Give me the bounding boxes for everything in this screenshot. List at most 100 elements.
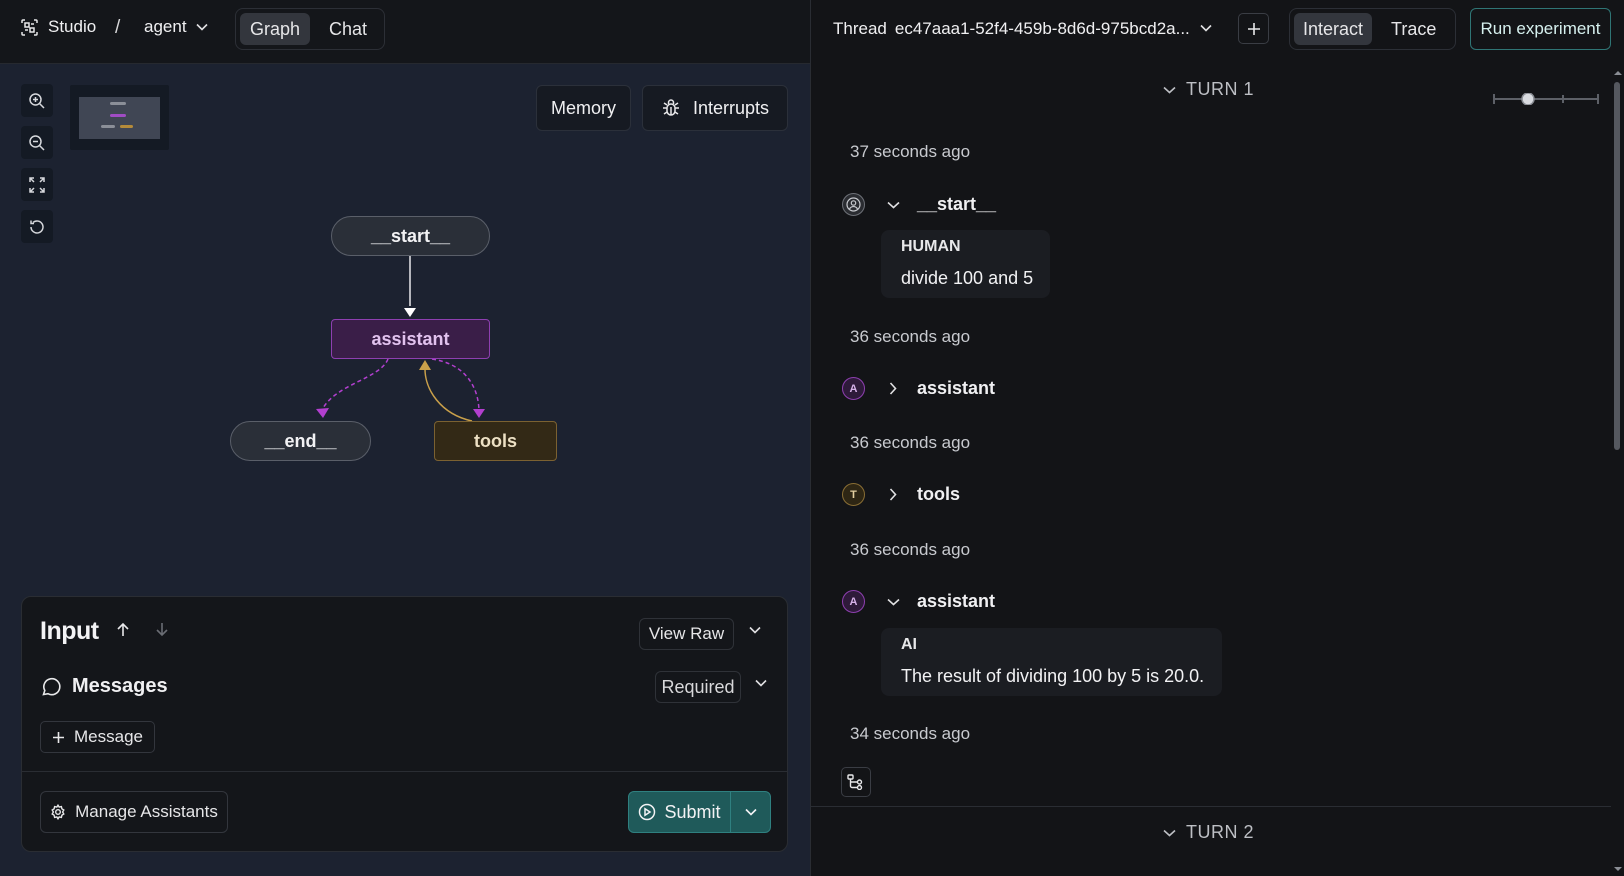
divider	[22, 771, 787, 772]
graph-selector[interactable]: agent	[144, 17, 208, 37]
message-content: divide 100 and 5	[901, 268, 1034, 288]
chevron-right-icon	[886, 382, 900, 395]
minimap-node-start	[110, 102, 126, 105]
zoom-toolbar	[21, 84, 53, 243]
turn-header[interactable]: TURN 1	[1163, 79, 1254, 100]
graph-header: Studio / agent Graph Chat	[0, 0, 810, 64]
scrollbar-thumb[interactable]	[1614, 82, 1620, 450]
tab-interact[interactable]: Interact	[1294, 13, 1373, 45]
chevron-down-icon	[1163, 829, 1176, 837]
assistant-avatar: A	[842, 590, 865, 613]
minimap-viewport	[79, 97, 160, 139]
arrow-down-icon[interactable]	[155, 622, 169, 637]
tab-chat[interactable]: Chat	[319, 13, 377, 45]
turn-label: TURN 2	[1186, 822, 1255, 842]
node-label: __start__	[917, 194, 997, 214]
assistant-avatar: A	[842, 377, 865, 400]
plus-icon	[1247, 22, 1261, 36]
edge-assistant-end	[321, 358, 389, 411]
add-message-label: Message	[74, 727, 143, 746]
branch-icon	[847, 774, 865, 790]
submit-button[interactable]: Submit	[629, 792, 730, 832]
chevron-down-icon[interactable]	[755, 679, 767, 687]
timestamp: 36 seconds ago	[850, 540, 971, 559]
slider-thumb	[1521, 93, 1535, 105]
messages-field-label: Messages	[40, 675, 168, 698]
arrow-up-icon[interactable]	[116, 622, 130, 637]
message-role: AI	[901, 636, 917, 653]
user-avatar-icon	[842, 193, 865, 216]
minimap[interactable]	[70, 85, 169, 150]
run-experiment-label: Run experiment	[1480, 19, 1601, 38]
graph-name: agent	[144, 17, 187, 36]
edge-assistant-tools	[431, 358, 480, 411]
node-label: assistant	[917, 378, 996, 398]
scrollbar[interactable]	[1609, 64, 1623, 876]
message-content: The result of dividing 100 by 5 is 20.0.	[901, 666, 1205, 686]
studio-icon	[20, 18, 39, 37]
run-node-row[interactable]: T tools	[842, 483, 960, 506]
add-message-button[interactable]: Message	[40, 721, 155, 753]
edge-assistant-tools-arrow	[473, 409, 485, 418]
minimap-node-tools	[120, 125, 133, 128]
node-start[interactable]: __start__	[331, 216, 490, 256]
breadcrumb-separator: /	[115, 17, 121, 38]
tab-graph[interactable]: Graph	[240, 13, 311, 45]
zoom-out-icon[interactable]	[21, 126, 53, 159]
memory-button[interactable]: Memory	[536, 85, 631, 131]
chevron-down-icon[interactable]	[1200, 24, 1212, 32]
run-node-row[interactable]: A assistant	[842, 377, 995, 400]
timestamp: 37 seconds ago	[850, 142, 971, 161]
view-raw-label: View Raw	[648, 624, 725, 643]
chevron-down-icon	[195, 23, 208, 31]
plus-icon	[52, 731, 65, 744]
submit-options-button[interactable]	[730, 792, 770, 832]
manage-assistants-button[interactable]: Manage Assistants	[40, 791, 228, 833]
manage-assistants-label: Manage Assistants	[75, 802, 218, 821]
fork-graph-button[interactable]	[841, 767, 871, 797]
scroll-down-icon	[1614, 867, 1622, 871]
edge-start-assistant-arrow	[404, 308, 416, 317]
node-tools[interactable]: tools	[434, 421, 557, 461]
tools-avatar: T	[842, 483, 865, 506]
studio-home[interactable]: Studio	[20, 17, 96, 37]
step-slider[interactable]	[1493, 93, 1599, 105]
submit-button-group: Submit	[628, 791, 771, 833]
timestamp: 36 seconds ago	[850, 327, 971, 346]
view-toggle: Graph Chat	[235, 8, 385, 50]
submit-label: Submit	[664, 801, 721, 822]
chevron-down-icon[interactable]	[749, 626, 761, 634]
run-node-row[interactable]: __start__	[842, 193, 996, 216]
edge-tools-assistant	[424, 368, 473, 422]
reset-icon[interactable]	[21, 210, 53, 243]
mode-toggle: Interact Trace	[1289, 8, 1456, 50]
input-panel: Input View Raw Messages Required Message…	[21, 596, 788, 852]
interrupts-button[interactable]: Interrupts	[642, 85, 788, 131]
node-label: tools	[917, 484, 960, 504]
thread-id: ec47aaa1-52f4-459b-8d6d-975bcd2a...	[894, 19, 1190, 38]
chat-bubble-icon	[40, 676, 62, 698]
chevron-down-icon	[886, 598, 900, 606]
zoom-in-icon[interactable]	[21, 84, 53, 117]
run-experiment-button[interactable]: Run experiment	[1470, 8, 1611, 50]
chevron-right-icon	[886, 488, 900, 501]
message-card: HUMAN divide 100 and 5	[881, 230, 1050, 298]
edge-tools-assistant-arrow	[419, 360, 431, 370]
tab-trace[interactable]: Trace	[1382, 13, 1445, 45]
turn-label: TURN 1	[1186, 79, 1255, 99]
minimap-node-assistant	[110, 114, 126, 117]
new-thread-button[interactable]	[1238, 13, 1269, 44]
fit-view-icon[interactable]	[21, 168, 53, 201]
chevron-down-icon	[744, 808, 757, 816]
turn-header[interactable]: TURN 2	[1163, 822, 1254, 843]
run-node-row[interactable]: A assistant	[842, 590, 995, 613]
minimap-node-end	[101, 125, 115, 128]
node-assistant[interactable]: assistant	[331, 319, 490, 359]
edge-assistant-end-arrow	[316, 408, 329, 418]
thread-label: Thread	[833, 19, 887, 38]
node-end[interactable]: __end__	[230, 421, 371, 461]
view-raw-button[interactable]: View Raw	[639, 618, 734, 650]
required-badge: Required	[655, 671, 741, 703]
thread-selector[interactable]: Thread ec47aaa1-52f4-459b-8d6d-975bcd2a.…	[833, 19, 1190, 39]
chevron-down-icon	[886, 201, 900, 209]
